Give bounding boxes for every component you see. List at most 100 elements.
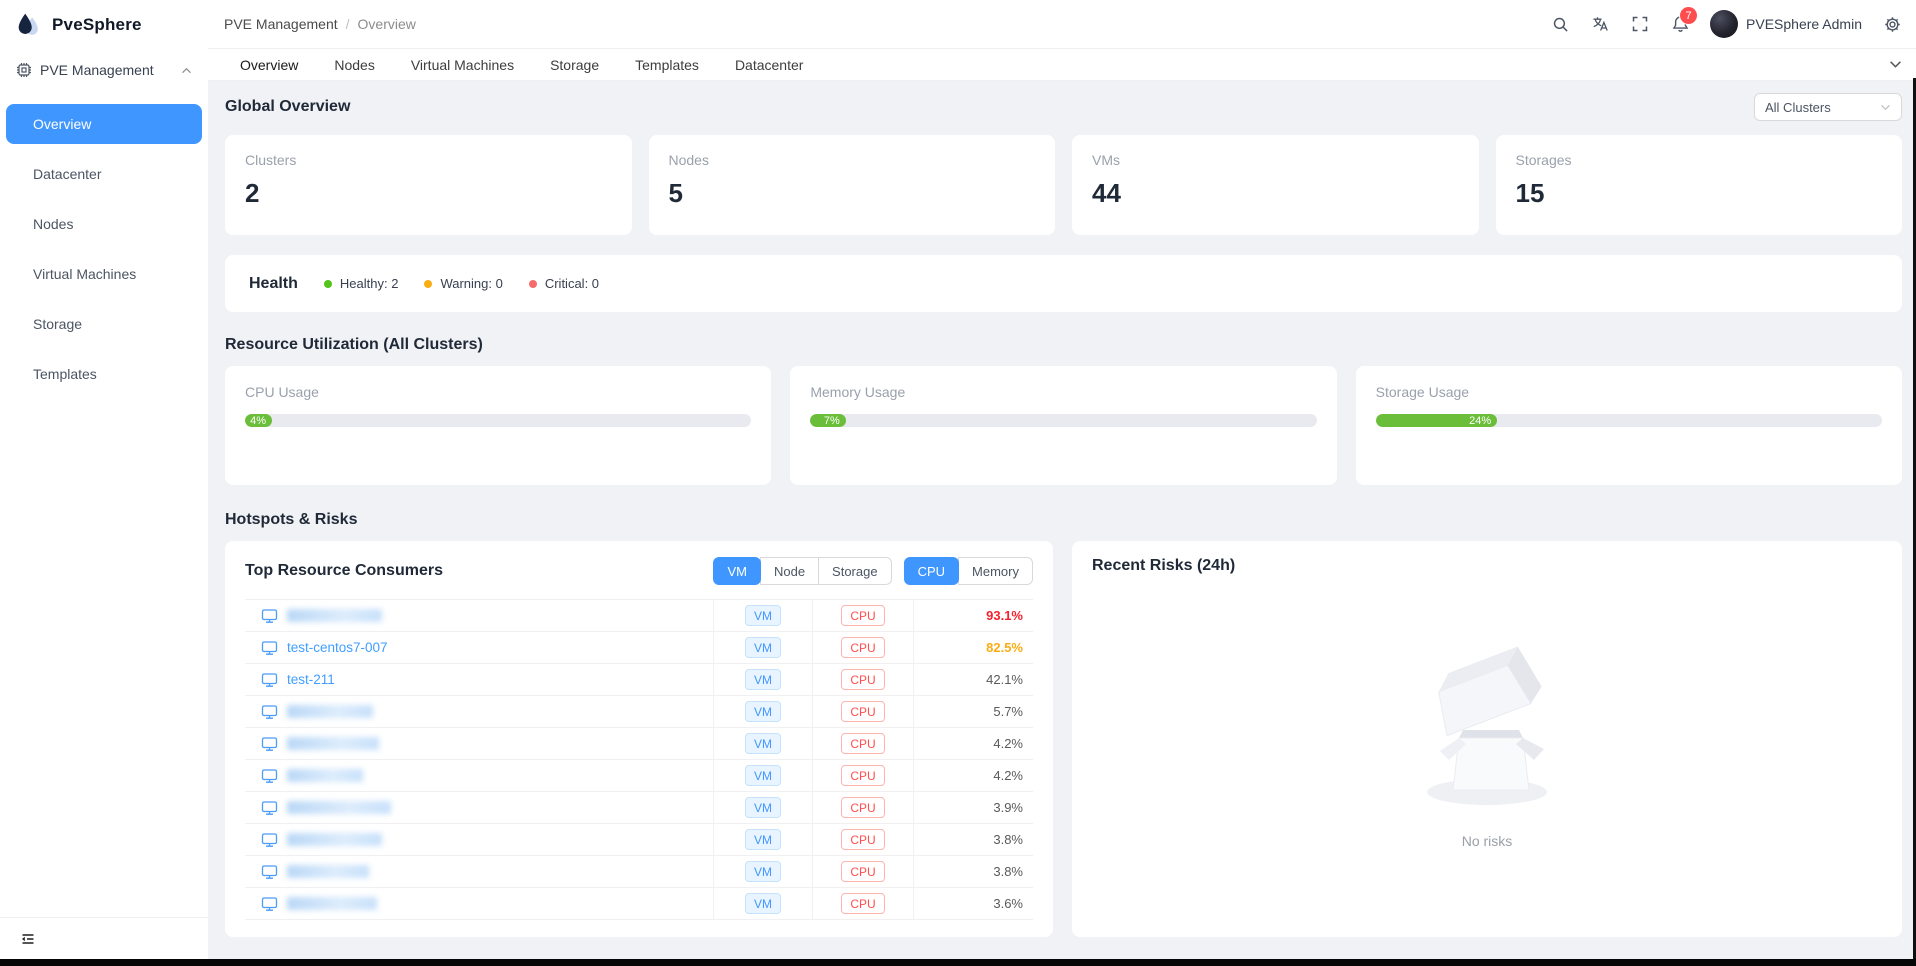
table-row: VM CPU5.7% [245, 696, 1033, 728]
consumer-type-node-button[interactable]: Node [760, 557, 819, 585]
tab-nodes[interactable]: Nodes [316, 49, 392, 80]
breadcrumb-separator: / [346, 16, 350, 32]
redacted-vm-name [287, 737, 379, 750]
sidebar-item-nodes[interactable]: Nodes [6, 204, 202, 244]
table-row: test-centos7-007 VM CPU82.5% [245, 632, 1033, 664]
stat-value: 2 [245, 178, 612, 209]
table-row: VM CPU 4.2% [245, 760, 1033, 792]
health-item-label: Healthy: 2 [340, 276, 399, 291]
progress-percent-label: 24% [1469, 415, 1491, 427]
tab-overview[interactable]: Overview [222, 49, 316, 80]
consumer-value: 82.5% [914, 632, 1033, 663]
progress-fill: 24% [1376, 414, 1498, 427]
table-row: VMCPU4.2% [245, 728, 1033, 760]
vm-tag: VM [745, 861, 781, 882]
stat-card-vms: VMs 44 [1072, 135, 1479, 235]
tab-templates[interactable]: Templates [617, 49, 717, 80]
stat-label: Nodes [669, 152, 1036, 168]
consumer-type-storage-button[interactable]: Storage [818, 557, 892, 585]
consumers-table: VMCPU93.1%test-centos7-007VMCPU82.5%test… [245, 599, 1033, 920]
sidebar-item-virtual-machines[interactable]: Virtual Machines [6, 254, 202, 294]
consumer-metric-cpu-button[interactable]: CPU [904, 557, 959, 585]
monitor-icon [261, 608, 278, 624]
consumer-name-cell [245, 728, 714, 759]
consumer-value: 5.7% [914, 696, 1033, 727]
bell-icon[interactable]: 7 [1670, 14, 1690, 34]
consumer-value: 4.2% [914, 728, 1033, 759]
consumer-value: 3.8% [914, 824, 1033, 855]
sidebar-item-templates[interactable]: Templates [6, 354, 202, 394]
health-title: Health [249, 275, 298, 293]
consumer-type-cell: VM [714, 824, 813, 855]
monitor-icon [261, 896, 278, 912]
consumer-metric-cell: CPU [813, 888, 914, 919]
util-card-memory-usage: Memory Usage7% [790, 366, 1336, 485]
redacted-vm-name [287, 609, 382, 622]
consumer-metric-cell: CPU [813, 696, 914, 727]
stat-value: 44 [1092, 178, 1459, 209]
consumer-type-toggle: VMNodeStorage [713, 557, 891, 585]
vm-name-link[interactable]: test-centos7-007 [287, 640, 388, 655]
search-icon[interactable] [1550, 14, 1570, 34]
cluster-filter-select[interactable]: All Clusters [1754, 93, 1902, 121]
stat-cards: Clusters2Nodes5VMs44Storages15 [225, 135, 1902, 235]
redacted-vm-name [287, 769, 363, 782]
user-menu[interactable]: PVESphere Admin [1710, 10, 1862, 38]
pvesphere-app: PveSphere PVE Management OverviewDatacen… [0, 0, 1916, 966]
progress-bar: 7% [810, 414, 1316, 427]
tabs-overflow-chevron-down-icon[interactable] [1889, 60, 1902, 69]
sidebar-item-overview[interactable]: Overview [6, 104, 202, 144]
table-row: VMCPU3.6% [245, 888, 1033, 920]
consumer-type-vm-button[interactable]: VM [713, 557, 761, 585]
stat-label: Clusters [245, 152, 612, 168]
consumer-value: 4.2% [914, 760, 1033, 791]
consumer-metric-cell: CPU [813, 632, 914, 663]
sidebar: PveSphere PVE Management OverviewDatacen… [0, 0, 208, 959]
consumer-metric-cell: CPU [813, 760, 914, 791]
progress-bar: 4% [245, 414, 751, 427]
status-dot-icon [424, 280, 432, 288]
chip-icon [16, 62, 32, 78]
util-label: Storage Usage [1376, 384, 1882, 400]
stat-card-storages: Storages15 [1496, 135, 1903, 235]
redacted-vm-name [287, 801, 391, 814]
consumer-type-cell: VM [714, 728, 813, 759]
consumer-metric-cell: CPU [813, 600, 914, 631]
health-item-label: Critical: 0 [545, 276, 599, 291]
vm-tag: VM [745, 765, 781, 786]
tab-storage[interactable]: Storage [532, 49, 617, 80]
consumer-name-cell: test-centos7-007 [245, 632, 714, 663]
tab-datacenter[interactable]: Datacenter [717, 49, 821, 80]
health-card: Health Healthy: 2Warning: 0Critical: 0 [225, 255, 1902, 312]
top-consumers-card: Top Resource Consumers VMNodeStorage CPU… [225, 541, 1053, 937]
consumer-metric-memory-button[interactable]: Memory [958, 557, 1033, 585]
sidebar-item-storage[interactable]: Storage [6, 304, 202, 344]
status-dot-icon [324, 280, 332, 288]
vm-tag: VM [745, 637, 781, 658]
fullscreen-icon[interactable] [1630, 14, 1650, 34]
sidebar-item-datacenter[interactable]: Datacenter [6, 154, 202, 194]
user-name: PVESphere Admin [1746, 16, 1862, 32]
vm-tag: VM [745, 701, 781, 722]
cpu-tag: CPU [841, 765, 884, 786]
consumer-metric-cell: CPU [813, 856, 914, 887]
redacted-vm-name [287, 705, 373, 718]
consumer-name-cell [245, 600, 714, 631]
translate-icon[interactable] [1590, 14, 1610, 34]
vm-tag: VM [745, 669, 781, 690]
breadcrumb-project[interactable]: PVE Management [224, 16, 338, 32]
redacted-vm-name [287, 833, 382, 846]
stat-value: 15 [1516, 178, 1883, 209]
vm-name-link[interactable]: test-211 [287, 672, 335, 687]
cpu-tag: CPU [841, 893, 884, 914]
health-items: Healthy: 2Warning: 0Critical: 0 [324, 276, 599, 291]
consumer-type-cell: VM [714, 792, 813, 823]
project-selector[interactable]: PVE Management [0, 50, 208, 90]
menu-fold-icon[interactable] [18, 929, 38, 949]
cpu-tag: CPU [841, 669, 884, 690]
stat-label: VMs [1092, 152, 1459, 168]
utilization-title: Resource Utilization (All Clusters) [225, 336, 1902, 354]
chevron-up-icon [181, 67, 192, 74]
tab-virtual-machines[interactable]: Virtual Machines [393, 49, 532, 80]
gear-icon[interactable] [1882, 14, 1902, 34]
